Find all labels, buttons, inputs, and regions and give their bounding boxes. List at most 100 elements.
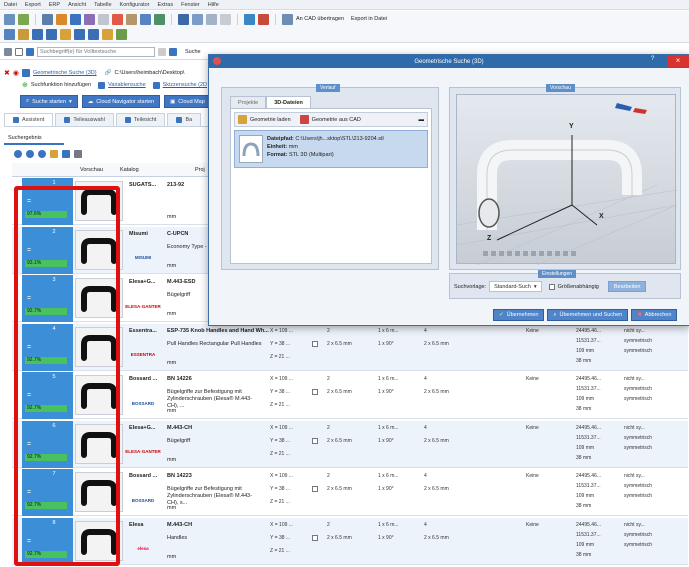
search-input[interactable] [37,47,155,57]
project-title[interactable]: ESP-735 Knob Handles and Hand Wh... [167,328,269,334]
compare-checkbox[interactable] [312,486,318,492]
edit-button[interactable]: Bearbeiten [607,281,647,292]
cloud-map-button[interactable]: ▣ Cloud Map [164,95,211,108]
filter-icon[interactable] [4,48,12,56]
checkbox-icon[interactable] [15,48,23,56]
compare-checkbox[interactable] [312,437,318,444]
menu-item[interactable]: Fenster [181,2,200,8]
file-entry[interactable]: Dateipfad: C:\Users\jh...sktop\STL\213-9… [234,130,428,168]
export-icon[interactable] [102,29,113,40]
check-icon[interactable] [116,29,127,40]
dim-y: Y = 38 ... [270,534,291,541]
start-search-button[interactable]: ⌕ Suche starten ▾ [20,95,78,108]
menu-item[interactable]: Export [25,2,41,8]
load-geometry-button[interactable]: Geometrie laden [250,117,291,123]
3d-viewport[interactable]: Y X Z [456,94,678,266]
forward-result-icon[interactable] [26,150,34,158]
help-icon[interactable] [140,13,151,25]
dim-x: X = 109 ... [270,376,293,382]
project-title[interactable]: 213-92 [167,182,184,188]
menu-bar: Datei Export ERP Ansicht Tabelle Konfigurator… [0,0,689,10]
forward-icon[interactable] [18,13,29,25]
menu-item[interactable]: Datei [4,2,17,8]
folder-icon[interactable] [60,29,71,40]
menu-item[interactable]: Tabelle [94,2,111,8]
search-settings-icon[interactable] [26,48,34,56]
folder-result-icon[interactable] [50,150,58,158]
dropdown-icon[interactable] [158,48,166,56]
compare-checkbox[interactable] [312,534,318,541]
menu-item[interactable]: Ansicht [68,2,86,8]
cad-icon[interactable] [244,13,255,25]
funnel-icon[interactable] [220,13,231,25]
variable-search-link[interactable]: Variablensuche [108,82,146,88]
grid-icon[interactable] [98,13,109,25]
geo-search-link[interactable]: Geometrische Suche (3D) [33,70,97,76]
project-title[interactable]: M.443-CH [167,522,192,528]
cursor-icon[interactable] [206,13,217,25]
nav-tab[interactable]: Assistent [4,113,54,126]
compare-checkbox[interactable] [312,389,318,395]
cloud-navigator-button[interactable]: ☁ Cloud Navigator starten [81,95,161,108]
refresh-icon[interactable] [70,13,81,25]
cancel-button[interactable]: ✖ Abbrechen [631,309,678,321]
star-icon[interactable] [126,13,137,25]
remove-icon[interactable]: ✖ [4,69,10,77]
toolbar-more-icon[interactable]: ▬ [419,117,425,123]
project-title[interactable]: C-UPCN [167,231,188,237]
col-catalog[interactable]: Katalog [120,167,139,173]
project-title[interactable]: BN 14226 [167,376,192,382]
table-result-icon[interactable] [62,150,70,158]
nav-tab[interactable]: Ba [167,113,202,126]
apply-search-button[interactable]: ⌕ Übernehmen und Suchen [547,309,629,321]
tab-3d-files[interactable]: 3D-Dateien [266,96,311,108]
pen-icon[interactable] [18,29,29,40]
menu-item[interactable]: Extras [158,2,174,8]
nav-tab[interactable]: Teileauswahl [55,113,114,126]
cube-icon[interactable] [74,29,85,40]
filter-result-icon[interactable] [74,150,82,158]
compare-checkbox[interactable] [312,340,318,347]
nav-tab[interactable]: Teilesicht [115,113,166,126]
view-icon[interactable] [4,29,15,40]
results-tab[interactable]: Suchergebnis [4,133,64,145]
plus-icon[interactable]: ⊕ [22,81,28,89]
cad-transfer-dropdown[interactable]: An CAD übertragen [296,16,344,22]
unit-value: mm [288,144,298,150]
project-title[interactable]: BN 14223 [167,473,192,479]
size-dependent-checkbox[interactable] [548,283,555,290]
tab-projekte[interactable]: Projekte [230,96,267,108]
transfer-icon[interactable] [282,13,293,25]
col-preview[interactable]: Vorschau [80,167,103,173]
table-icon[interactable] [84,13,95,25]
measure-icon[interactable] [178,13,189,25]
layout-icon[interactable] [154,13,165,25]
menu-item[interactable]: Hilfe [208,2,219,8]
database-icon[interactable] [42,13,53,25]
export-dropdown[interactable]: Export in Datei [351,16,387,22]
refresh-result-icon[interactable] [38,150,46,158]
globe-icon[interactable] [56,13,67,25]
sketch-search-link[interactable]: Skizzensuche (2D [163,82,207,88]
model-icon[interactable] [32,29,43,40]
project-title[interactable]: M.443-CH [167,425,192,431]
tool-icon[interactable] [258,13,269,25]
dialog-close-button[interactable]: × [667,55,689,67]
menu-item[interactable]: ERP [49,2,60,8]
menu-item[interactable]: Konfigurator [120,2,150,8]
assembly-icon[interactable] [88,29,99,40]
path-value: C:\Users\jh...sktop\STL\213-9204.stl [295,136,384,142]
template-select[interactable]: Standard-Such ▾ [489,281,542,292]
apply-button[interactable]: ✔ Übernehmen [493,309,545,321]
search-options-icon[interactable] [169,48,177,56]
col-proj[interactable]: Proj [195,167,205,173]
project-title[interactable]: M.443-ESD [167,279,195,285]
unit: mm [167,359,177,366]
back-icon[interactable] [4,13,15,25]
geometry-cad-button[interactable]: Geometrie aus CAD [312,117,361,123]
align-icon[interactable] [192,13,203,25]
help-button[interactable]: ? [651,56,654,62]
delete-icon[interactable] [112,13,123,25]
model2-icon[interactable] [46,29,57,40]
back-result-icon[interactable] [14,150,22,158]
